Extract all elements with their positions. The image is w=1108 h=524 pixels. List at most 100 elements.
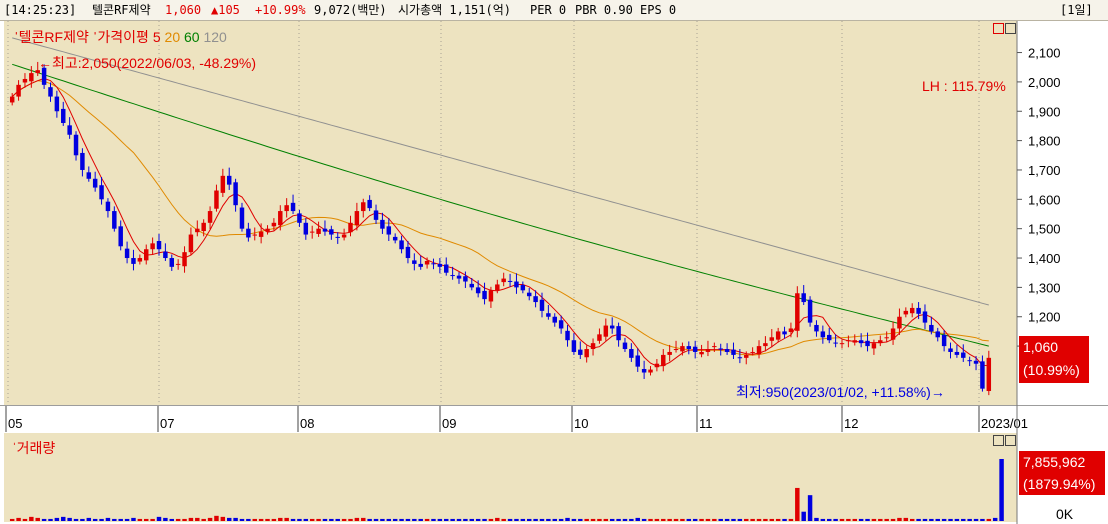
- volume-bar: [514, 518, 519, 521]
- candle-body: [903, 310, 909, 315]
- volume-bar: [105, 517, 111, 521]
- volume-bar: [999, 459, 1004, 521]
- candle-body: [533, 296, 538, 303]
- volume-bar: [431, 518, 436, 521]
- volume-bar: [961, 518, 966, 521]
- volume-bar: [271, 518, 277, 521]
- candle-body: [916, 307, 921, 314]
- candle-body: [782, 331, 787, 335]
- candle-body: [603, 325, 609, 337]
- volume-bar: [578, 518, 583, 521]
- vol-panel-maximize-icon[interactable]: [1005, 435, 1016, 446]
- y-tick-label: 2,100: [1028, 46, 1061, 61]
- candle-body: [92, 178, 98, 188]
- candle-body: [552, 316, 557, 323]
- volume-bar: [552, 518, 557, 521]
- candle-body: [220, 175, 226, 193]
- candle-body: [475, 287, 481, 294]
- candle-body: [597, 334, 602, 341]
- volume-bar: [973, 518, 979, 521]
- candle-body: [163, 251, 168, 259]
- volume-bar: [731, 518, 736, 521]
- volume-bar: [941, 518, 947, 521]
- volume-bar: [584, 518, 589, 521]
- volume-bar: [182, 518, 187, 521]
- volume-bar: [603, 518, 609, 521]
- candle-body: [329, 229, 334, 235]
- volume-bar: [144, 518, 149, 521]
- candle-body: [661, 354, 666, 367]
- candle-body: [718, 348, 723, 350]
- candle-body: [182, 252, 187, 267]
- candle-body: [361, 202, 366, 212]
- candle-body: [826, 334, 832, 341]
- period-button[interactable]: [1일]: [1060, 0, 1093, 20]
- candle-body: [284, 205, 289, 212]
- x-tick-label: 12: [844, 416, 858, 431]
- candle-body: [412, 260, 417, 264]
- legend-stock-name: 텔콘RF제약: [18, 29, 89, 45]
- volume-bar: [686, 518, 692, 521]
- time-label: [14:25:23]: [4, 3, 77, 17]
- candle-body: [629, 349, 634, 358]
- volume-bar: [9, 518, 15, 521]
- candle-body: [290, 202, 296, 212]
- candle-body: [705, 349, 711, 352]
- volume-bar: [131, 517, 136, 521]
- volume-bar: [839, 518, 845, 521]
- volume-chart-panel[interactable]: [4, 433, 1017, 522]
- volume-bar: [424, 518, 430, 521]
- volume-bar: [48, 518, 53, 521]
- y-tick-label: 1,700: [1028, 163, 1061, 178]
- candle-body: [501, 278, 506, 283]
- candle-body: [686, 346, 692, 350]
- price-chart-panel[interactable]: [4, 21, 1017, 405]
- vol-panel-restore-icon[interactable]: [993, 435, 1004, 446]
- volume-bar: [392, 518, 398, 521]
- candle-body: [380, 219, 385, 229]
- volume-bar: [495, 517, 500, 521]
- candle-body: [73, 134, 79, 156]
- volume-bar: [858, 518, 864, 521]
- candle-body: [335, 236, 340, 238]
- candle-body: [105, 201, 111, 212]
- lh-annotation: LH : 115.79%: [922, 78, 1006, 94]
- volume-bar: [929, 518, 934, 521]
- pbr-value: PBR 0.90: [575, 3, 633, 17]
- volume-bar: [865, 518, 870, 521]
- volume-bar: [916, 518, 921, 521]
- volume-bar: [207, 517, 213, 521]
- candle-body: [246, 228, 251, 238]
- candle-body: [367, 199, 372, 209]
- y-tick-label: 1,900: [1028, 104, 1061, 119]
- volume-bar: [412, 518, 417, 521]
- candle-body: [775, 331, 781, 340]
- volume-bar: [118, 518, 123, 521]
- candle-body: [635, 355, 640, 367]
- volume-bar: [967, 518, 972, 521]
- candle-body: [865, 340, 870, 347]
- low-annotation: 최저:950(2023/01/02, +11.58%)→: [736, 382, 945, 402]
- volume-bar: [252, 518, 257, 521]
- volume-bar: [795, 487, 800, 521]
- volume-bar: [61, 516, 66, 521]
- candle-body: [539, 299, 545, 311]
- candle-body: [424, 260, 430, 265]
- candle-body: [226, 175, 232, 185]
- volume-bar: [890, 518, 896, 521]
- volume-bar: [163, 517, 168, 521]
- legend-ma20: 20: [164, 29, 181, 45]
- candle-body: [571, 340, 577, 352]
- volume-bar: [935, 518, 940, 521]
- volume-bar: [526, 518, 532, 521]
- candle-body: [961, 352, 966, 358]
- main-panel-maximize-icon[interactable]: [1005, 23, 1016, 34]
- candle-body: [322, 228, 328, 232]
- volume-bar: [354, 517, 360, 521]
- candle-body: [514, 281, 519, 288]
- volume-bar: [501, 518, 506, 521]
- candle-body: [820, 331, 826, 338]
- main-panel-close-icon[interactable]: [993, 23, 1004, 34]
- y-tick-label: 1,300: [1028, 280, 1061, 295]
- candle-body: [156, 241, 162, 250]
